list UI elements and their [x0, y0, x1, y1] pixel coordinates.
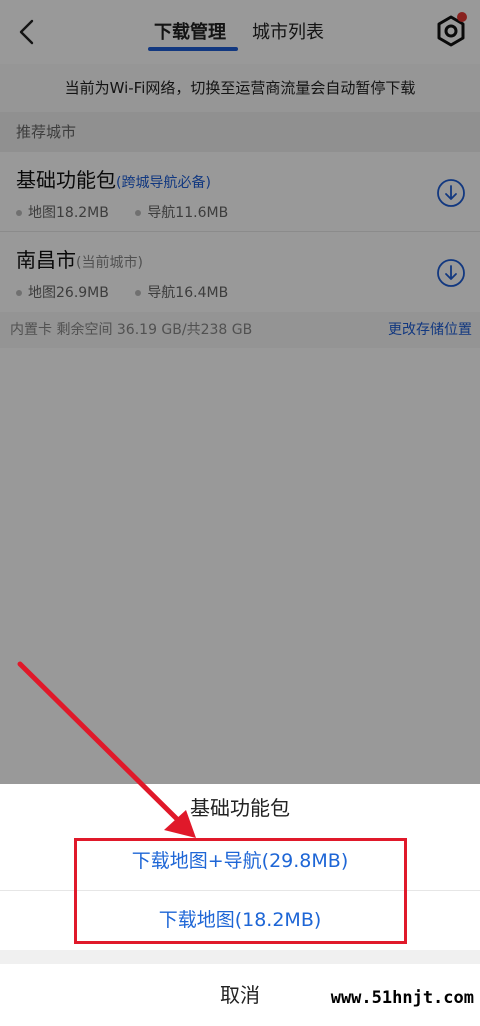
screen: 下载管理 城市列表 当前为Wi-Fi网络，切换至运营商流量会自动暂停下载 推荐城…: [0, 0, 480, 1026]
watermark-text: www.51hnjt.com: [330, 988, 474, 1008]
highlight-box: [74, 838, 407, 944]
action-sheet-title: 基础功能包: [0, 784, 480, 833]
sheet-divider-gap: [0, 950, 480, 964]
